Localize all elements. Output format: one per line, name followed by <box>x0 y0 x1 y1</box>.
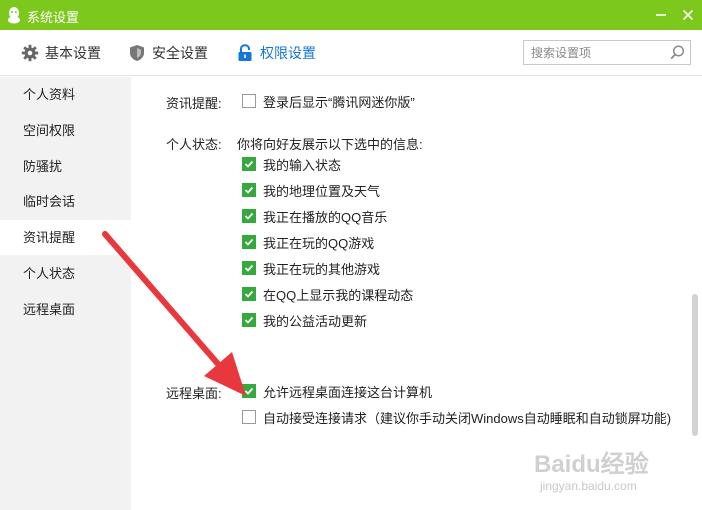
search-input[interactable] <box>524 41 664 64</box>
sidebar-item-remote-desktop[interactable]: 远程桌面 <box>0 292 131 327</box>
checkmark-icon <box>244 212 254 220</box>
checkbox-checked[interactable] <box>242 209 256 223</box>
checkbox-checked[interactable] <box>242 235 256 249</box>
news-section-label: 资讯提醒: <box>166 96 222 111</box>
settings-toolbar: 基本设置 安全设置 权限设置 <box>0 30 702 76</box>
search-icon[interactable] <box>669 44 686 61</box>
sidebar-item-temp-session[interactable]: 临时会话 <box>0 184 131 219</box>
remote-option-auto-accept[interactable]: 自动接受连接请求（建议你手动关闭Windows自动睡眠和自动锁屏功能) <box>242 409 672 426</box>
sidebar-item-personal-status[interactable]: 个人状态 <box>0 256 131 291</box>
checkmark-icon <box>244 186 254 194</box>
show-mini-news-option[interactable]: 登录后显示“腾讯网迷你版” <box>242 93 415 110</box>
gear-icon <box>21 44 39 62</box>
checkmark-icon <box>244 160 254 168</box>
show-mini-news-checkbox[interactable] <box>242 94 256 108</box>
lock-icon <box>236 44 254 62</box>
window-title: 系统设置 <box>27 10 80 25</box>
title-bar: 系统设置 <box>0 0 702 30</box>
option-label: 我正在玩的其他游戏 <box>263 261 381 277</box>
option-label: 自动接受连接请求（建议你手动关闭Windows自动睡眠和自动锁屏功能) <box>263 410 672 426</box>
option-label: 我的输入状态 <box>263 157 342 173</box>
tab-label: 权限设置 <box>260 45 316 61</box>
remote-option-allow[interactable]: 允许远程桌面连接这台计算机 <box>242 383 433 400</box>
status-option-course[interactable]: 在QQ上显示我的课程动态 <box>242 286 414 303</box>
checkbox-checked[interactable] <box>242 313 256 327</box>
status-option-other-game[interactable]: 我正在玩的其他游戏 <box>242 260 381 277</box>
checkmark-icon <box>244 387 254 395</box>
close-icon <box>682 9 694 21</box>
checkbox-checked[interactable] <box>242 261 256 275</box>
checkbox-checked[interactable] <box>242 157 256 171</box>
checkmark-icon <box>244 290 254 298</box>
sidebar-item-space-permission[interactable]: 空间权限 <box>0 113 131 148</box>
checkmark-icon <box>244 316 254 324</box>
tab-label: 基本设置 <box>45 45 101 61</box>
tab-security-settings[interactable]: 安全设置 <box>128 30 208 76</box>
minimize-button[interactable] <box>651 5 671 25</box>
checkbox-checked[interactable] <box>242 287 256 301</box>
status-option-qq-game[interactable]: 我正在玩的QQ游戏 <box>242 234 375 251</box>
status-section-label: 个人状态: <box>166 137 222 152</box>
option-label: 登录后显示“腾讯网迷你版” <box>263 94 415 110</box>
option-label: 我的地理位置及天气 <box>263 183 381 199</box>
status-option-location-weather[interactable]: 我的地理位置及天气 <box>242 182 381 199</box>
minimize-icon <box>656 14 666 16</box>
checkbox-unchecked[interactable] <box>242 410 256 424</box>
qq-penguin-icon <box>8 7 20 24</box>
sidebar-item-news-reminder[interactable]: 资讯提醒 <box>0 220 131 255</box>
option-label: 在QQ上显示我的课程动态 <box>263 287 414 303</box>
checkmark-icon <box>244 264 254 272</box>
checkbox-checked[interactable] <box>242 183 256 197</box>
sidebar-item-personal-info[interactable]: 个人资料 <box>0 77 131 112</box>
checkbox-checked[interactable] <box>242 384 256 398</box>
status-hint: 你将向好友展示以下选中的信息: <box>237 137 423 152</box>
settings-content: 资讯提醒: 登录后显示“腾讯网迷你版” 个人状态: 你将向好友展示以下选中的信息… <box>131 77 702 510</box>
sidebar-item-anti-harassment[interactable]: 防骚扰 <box>0 149 131 184</box>
search-box <box>523 40 691 65</box>
option-label: 允许远程桌面连接这台计算机 <box>263 384 433 400</box>
option-label: 我正在玩的QQ游戏 <box>263 235 375 251</box>
scrollbar-thumb[interactable] <box>692 294 698 436</box>
checkmark-icon <box>244 238 254 246</box>
tab-permission-settings[interactable]: 权限设置 <box>236 30 316 76</box>
shield-icon <box>128 44 146 62</box>
sidebar: 个人资料 空间权限 防骚扰 临时会话 资讯提醒 个人状态 远程桌面 <box>0 77 131 510</box>
remote-section-label: 远程桌面: <box>166 386 222 401</box>
close-button[interactable] <box>678 5 698 25</box>
option-label: 我正在播放的QQ音乐 <box>263 209 388 225</box>
status-option-typing[interactable]: 我的输入状态 <box>242 156 342 173</box>
status-option-qq-music[interactable]: 我正在播放的QQ音乐 <box>242 208 388 225</box>
option-label: 我的公益活动更新 <box>263 313 368 329</box>
tab-label: 安全设置 <box>152 45 208 61</box>
status-option-charity[interactable]: 我的公益活动更新 <box>242 312 368 329</box>
tab-basic-settings[interactable]: 基本设置 <box>21 30 101 76</box>
